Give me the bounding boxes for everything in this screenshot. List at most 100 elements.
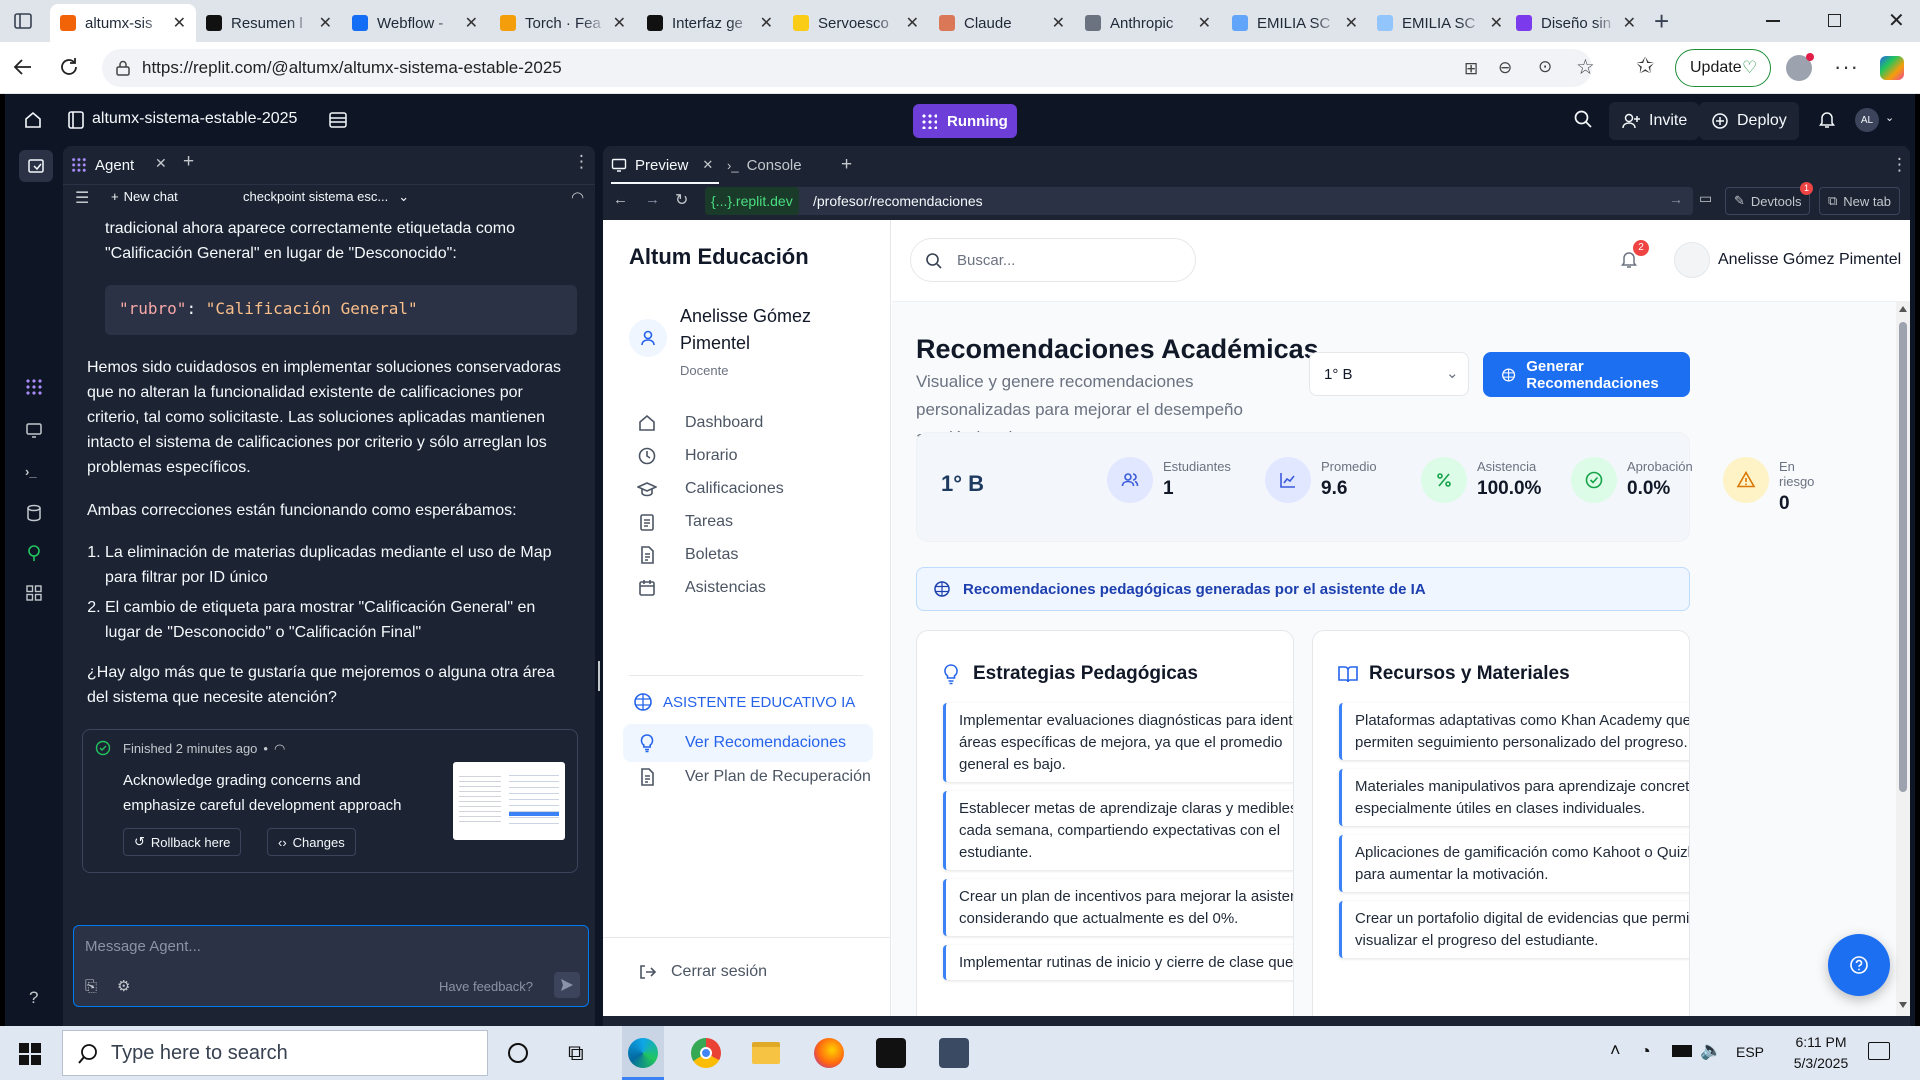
brand-title[interactable]: Altum Educación: [629, 244, 809, 270]
devtools-button[interactable]: ✎ Devtools: [1725, 187, 1811, 215]
browser-tab[interactable]: Claude ✕: [929, 4, 1075, 42]
close-window-icon[interactable]: ✕: [1888, 8, 1905, 33]
pane-resize-handle[interactable]: [595, 146, 603, 1026]
close-tab-icon[interactable]: ✕: [1623, 13, 1636, 33]
battery-icon[interactable]: [1672, 1045, 1692, 1057]
feedback-link[interactable]: Have feedback?: [439, 979, 533, 994]
site-info-icon[interactable]: [114, 59, 132, 77]
scrollbar-thumb[interactable]: [1899, 322, 1907, 792]
chevron-down-icon[interactable]: ⌄: [1885, 111, 1894, 124]
scroll-down-icon[interactable]: [1899, 1002, 1907, 1008]
preview-icon[interactable]: [25, 421, 43, 439]
send-button[interactable]: [554, 972, 580, 998]
update-button[interactable]: Update ♡: [1675, 49, 1771, 87]
apps-icon[interactable]: ⊞: [1464, 59, 1478, 79]
zoom-icon[interactable]: ⊖: [1498, 58, 1512, 78]
refresh-icon[interactable]: [58, 56, 80, 78]
task-view-icon[interactable]: ⧉: [568, 1040, 584, 1066]
close-tab-icon[interactable]: ✕: [319, 13, 332, 33]
tab-actions-icon[interactable]: [13, 11, 33, 31]
firefox-app-icon[interactable]: [814, 1038, 844, 1068]
home-icon[interactable]: [23, 110, 43, 130]
shell-icon[interactable]: ›_: [25, 464, 37, 479]
browser-tab[interactable]: EMILIA SC ✕: [1222, 4, 1368, 42]
close-tab-icon[interactable]: ✕: [1198, 13, 1211, 33]
back-icon[interactable]: ←: [613, 191, 628, 208]
close-tab-icon[interactable]: ✕: [173, 13, 186, 33]
changes-button[interactable]: ‹› Changes: [267, 828, 356, 856]
cortana-icon[interactable]: [508, 1043, 528, 1063]
console-tab[interactable]: ›_ Console: [727, 146, 802, 184]
settings-icon[interactable]: ⚙: [117, 977, 130, 995]
close-tab-icon[interactable]: ✕: [1052, 13, 1065, 33]
speed-icon[interactable]: ◠: [571, 188, 584, 206]
message-composer[interactable]: Message Agent... ⎘ ⚙ Have feedback?: [73, 925, 589, 1007]
message-input[interactable]: Message Agent...: [85, 938, 201, 955]
open-url-icon[interactable]: →: [1669, 191, 1683, 207]
browser-tab[interactable]: Resumen l ✕: [196, 4, 342, 42]
capcut-app-icon[interactable]: [876, 1038, 906, 1068]
browser-tab[interactable]: EMILIA SC ✕: [1367, 4, 1513, 42]
files-icon[interactable]: [19, 150, 53, 182]
minimize-window-icon[interactable]: [1766, 20, 1780, 22]
taskbar-search[interactable]: Type here to search: [62, 1030, 488, 1076]
file-explorer-icon[interactable]: [752, 1042, 780, 1064]
deploy-button[interactable]: Deploy: [1699, 102, 1799, 140]
more-page-icon[interactable]: ⊙: [1538, 57, 1552, 77]
windows-start-icon[interactable]: [19, 1043, 41, 1065]
browser-tab[interactable]: Diseño sin ✕: [1506, 4, 1646, 42]
browser-tab[interactable]: Servoesco ✕: [783, 4, 929, 42]
nav-item-recommendations[interactable]: Ver Recomendaciones: [623, 724, 873, 762]
chrome-app-icon[interactable]: [691, 1038, 721, 1068]
url-path[interactable]: /profesor/recomendaciones: [813, 193, 983, 209]
layout-icon[interactable]: [328, 110, 348, 130]
volume-icon[interactable]: 🔈: [1700, 1040, 1722, 1061]
agent-tab[interactable]: Agent: [71, 154, 134, 176]
nav-item-asistencias[interactable]: Asistencias: [623, 569, 873, 607]
attach-icon[interactable]: ⎘: [85, 978, 97, 995]
invite-button[interactable]: Invite: [1609, 102, 1700, 140]
tray-chevron-icon[interactable]: ˄: [1610, 1040, 1621, 1061]
new-chat-button[interactable]: + New chat: [111, 189, 178, 204]
app-icon[interactable]: [939, 1038, 969, 1068]
refresh-icon[interactable]: ↻: [675, 190, 688, 210]
run-status-button[interactable]: Running: [913, 104, 1017, 138]
close-tab-icon[interactable]: ✕: [1345, 13, 1358, 33]
checkpoint-thumbnail[interactable]: [453, 762, 565, 840]
preview-url-bar[interactable]: {...}.replit.dev /profesor/recomendacion…: [705, 187, 1693, 215]
help-icon[interactable]: ?: [29, 988, 38, 1008]
domain-badge[interactable]: {...}.replit.dev: [705, 187, 799, 215]
search-icon[interactable]: [1573, 109, 1593, 129]
search-input[interactable]: Buscar...: [910, 238, 1196, 282]
browser-tab[interactable]: Anthropic ✕: [1075, 4, 1221, 42]
help-fab[interactable]: [1828, 934, 1890, 996]
all-tools-icon[interactable]: [25, 584, 43, 602]
browser-tab[interactable]: altumx-sis ✕: [50, 4, 196, 42]
logout-button[interactable]: Cerrar sesión: [623, 953, 873, 991]
address-bar[interactable]: https://replit.com/@altumx/altumx-sistem…: [102, 49, 1595, 87]
notifications-icon[interactable]: [1868, 1042, 1890, 1060]
close-tab-icon[interactable]: ✕: [465, 13, 478, 33]
generate-recommendations-button[interactable]: Generar Recomendaciones: [1483, 352, 1690, 397]
deployments-icon[interactable]: [25, 544, 43, 562]
pane-menu-icon[interactable]: ⋮: [573, 152, 590, 172]
close-tab-icon[interactable]: ✕: [906, 13, 919, 33]
close-tab-icon[interactable]: ✕: [760, 13, 773, 33]
browser-tab[interactable]: Torch · Fea ✕: [490, 4, 636, 42]
network-icon[interactable]: ◔: [1640, 1041, 1651, 1062]
browser-tab[interactable]: Webflow - ✕: [342, 4, 488, 42]
agent-icon[interactable]: [25, 378, 43, 396]
restore-window-icon[interactable]: [1828, 14, 1841, 27]
language-indicator[interactable]: ESP: [1736, 1044, 1764, 1060]
favorite-star-icon[interactable]: ☆: [1576, 55, 1595, 80]
checkpoint-select[interactable]: checkpoint sistema esc... ⌄: [243, 189, 409, 205]
rollback-button[interactable]: ↺ Rollback here: [123, 828, 242, 856]
pane-menu-icon[interactable]: ⋮: [1891, 146, 1908, 184]
history-icon[interactable]: ☰: [75, 188, 89, 208]
project-name[interactable]: altumx-sistema-estable-2025: [92, 110, 297, 128]
bell-icon[interactable]: [1817, 109, 1837, 129]
group-select[interactable]: 1° B ⌄: [1309, 352, 1469, 396]
new-tab-button[interactable]: ⧉ New tab: [1819, 187, 1900, 215]
copilot-icon[interactable]: [1880, 56, 1904, 80]
scrollbar[interactable]: [1896, 302, 1910, 1016]
